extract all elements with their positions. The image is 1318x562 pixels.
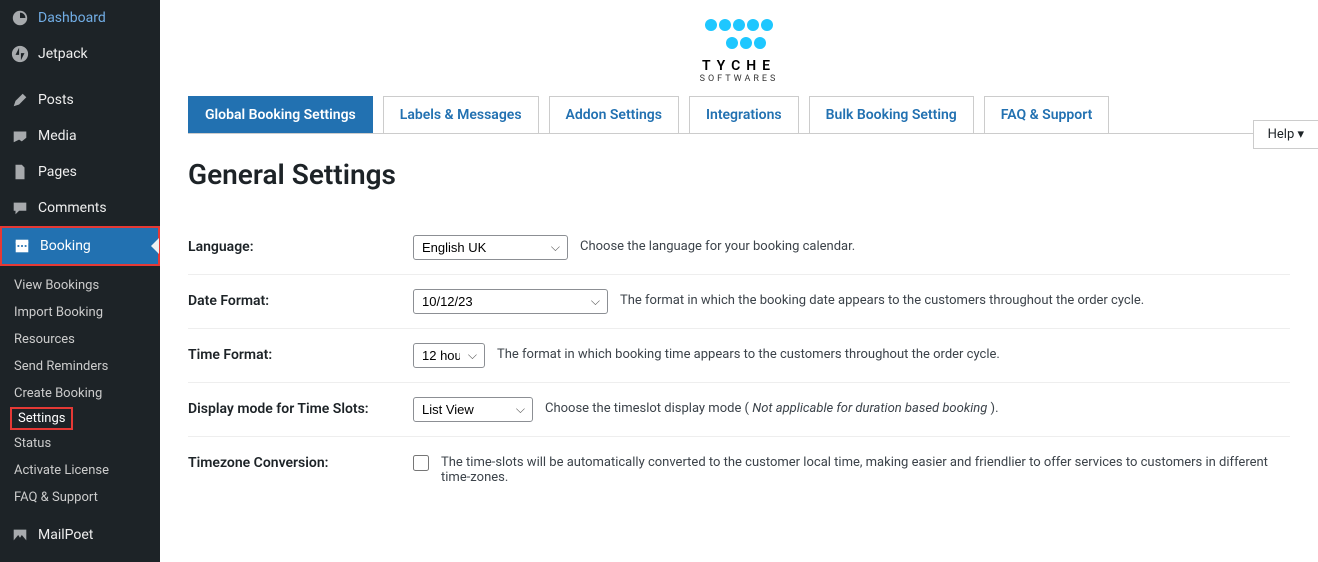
timezone-checkbox[interactable] (413, 455, 429, 471)
sidebar-item-media[interactable]: Media (0, 118, 160, 154)
setting-date-format: Date Format: 10/12/23 The format in whic… (188, 275, 1290, 329)
posts-icon (10, 90, 30, 110)
page-title: General Settings (188, 158, 1290, 191)
sidebar-sub-activate-license[interactable]: Activate License (0, 457, 160, 484)
sidebar-sub-view-bookings[interactable]: View Bookings (0, 272, 160, 299)
setting-description: The time-slots will be automatically con… (441, 451, 1290, 485)
admin-sidebar: Dashboard Jetpack Posts Media Pages Comm… (0, 0, 160, 562)
setting-label: Language: (188, 235, 413, 255)
setting-timezone: Timezone Conversion: The time-slots will… (188, 437, 1290, 499)
brand-name: TYCHE (188, 58, 1290, 74)
sidebar-item-comments[interactable]: Comments (0, 190, 160, 226)
setting-label: Display mode for Time Slots: (188, 397, 413, 417)
setting-description: The format in which the booking date app… (620, 289, 1290, 308)
display-mode-select[interactable]: List View (413, 397, 533, 422)
logo-dots (704, 18, 774, 54)
setting-time-format: Time Format: 12 hour The format in which… (188, 329, 1290, 383)
sidebar-sub-import-booking[interactable]: Import Booking (0, 299, 160, 326)
setting-display-mode: Display mode for Time Slots: List View C… (188, 383, 1290, 437)
date-format-select[interactable]: 10/12/23 (413, 289, 608, 314)
sidebar-sub-create-booking[interactable]: Create Booking (0, 380, 160, 407)
sidebar-item-label: MailPoet (38, 527, 93, 543)
sidebar-sub-status[interactable]: Status (0, 430, 160, 457)
sidebar-sub-resources[interactable]: Resources (0, 326, 160, 353)
sidebar-item-pages[interactable]: Pages (0, 154, 160, 190)
tab-faq-support[interactable]: FAQ & Support (984, 96, 1110, 133)
comments-icon (10, 198, 30, 218)
sidebar-item-mailpoet[interactable]: MailPoet (0, 517, 160, 553)
tab-addon-settings[interactable]: Addon Settings (549, 96, 679, 133)
main-content: TYCHE SOFTWARES Global Booking Settings … (160, 0, 1318, 562)
tab-global-booking[interactable]: Global Booking Settings (188, 96, 373, 133)
mailpoet-icon (10, 525, 30, 545)
settings-tabs: Global Booking Settings Labels & Message… (188, 96, 1290, 134)
help-dropdown[interactable]: Help ▾ (1253, 120, 1318, 149)
sidebar-item-jetpack[interactable]: Jetpack (0, 36, 160, 72)
sidebar-item-label: Jetpack (38, 46, 88, 62)
setting-description: Choose the timeslot display mode ( Not a… (545, 397, 1290, 416)
sidebar-item-label: Posts (38, 92, 74, 108)
language-select[interactable]: English UK (413, 235, 568, 260)
dashboard-icon (10, 8, 30, 28)
booking-icon (12, 236, 32, 256)
sidebar-item-posts[interactable]: Posts (0, 82, 160, 118)
pages-icon (10, 162, 30, 182)
sidebar-item-label: Dashboard (38, 10, 106, 26)
sidebar-item-label: Pages (38, 164, 77, 180)
setting-label: Timezone Conversion: (188, 451, 413, 471)
sidebar-sub-faq-support[interactable]: FAQ & Support (0, 484, 160, 511)
sidebar-item-dashboard[interactable]: Dashboard (0, 0, 160, 36)
sidebar-item-label: Comments (38, 200, 107, 216)
time-format-select[interactable]: 12 hour (413, 343, 485, 368)
setting-label: Time Format: (188, 343, 413, 363)
jetpack-icon (10, 44, 30, 64)
sidebar-sub-settings[interactable]: Settings (10, 407, 73, 430)
tab-labels-messages[interactable]: Labels & Messages (383, 96, 539, 133)
brand-logo: TYCHE SOFTWARES (188, 0, 1290, 90)
media-icon (10, 126, 30, 146)
sidebar-item-label: Media (38, 128, 77, 144)
setting-description: The format in which booking time appears… (497, 343, 1290, 362)
setting-description: Choose the language for your booking cal… (580, 235, 1290, 254)
brand-subtitle: SOFTWARES (188, 74, 1290, 84)
sidebar-item-booking[interactable]: Booking (0, 226, 160, 266)
sidebar-item-label: Booking (40, 238, 91, 254)
tab-bulk-booking[interactable]: Bulk Booking Setting (809, 96, 974, 133)
setting-language: Language: English UK Choose the language… (188, 221, 1290, 275)
sidebar-sub-send-reminders[interactable]: Send Reminders (0, 353, 160, 380)
setting-label: Date Format: (188, 289, 413, 309)
tab-integrations[interactable]: Integrations (689, 96, 799, 133)
